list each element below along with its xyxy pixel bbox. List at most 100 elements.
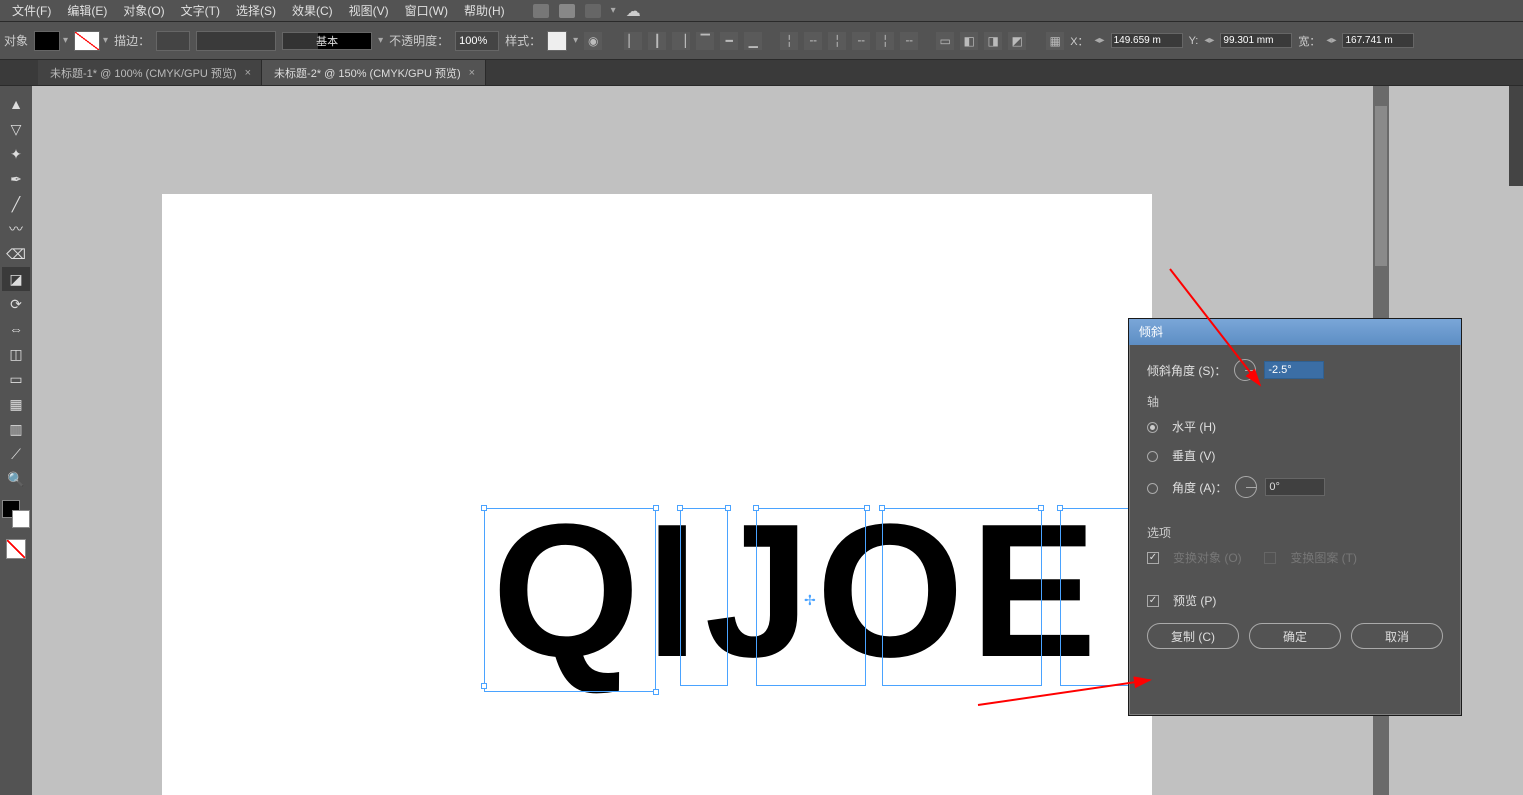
style-swatch[interactable] <box>547 31 567 51</box>
anchor-point[interactable] <box>1038 505 1044 511</box>
angle-dial-icon[interactable] <box>1235 476 1257 498</box>
vw-profile-input[interactable] <box>196 31 276 51</box>
align-top-icon[interactable]: ▔ <box>696 32 714 50</box>
stroke-weight-input[interactable] <box>156 31 190 51</box>
preview-checkbox[interactable]: ✓预览 (P) <box>1147 592 1443 609</box>
anchor-point[interactable] <box>653 689 659 695</box>
axis-vertical-radio[interactable]: 垂直 (V) <box>1147 447 1443 464</box>
align-left-icon[interactable]: ▏ <box>624 32 642 50</box>
axis-horizontal-radio[interactable]: 水平 (H) <box>1147 418 1443 435</box>
align-bottom-icon[interactable]: ▁ <box>744 32 762 50</box>
w-input[interactable] <box>1342 33 1414 48</box>
brush-tool-icon[interactable]: 〰 <box>2 217 30 241</box>
anchor-point[interactable] <box>725 505 731 511</box>
anchor-point[interactable] <box>753 505 759 511</box>
magic-wand-tool-icon[interactable]: ✦ <box>2 142 30 166</box>
line-tool-icon[interactable]: ╱ <box>2 192 30 216</box>
pf-front-icon[interactable]: ◨ <box>984 32 1002 50</box>
transform-ref-icon[interactable]: ▦ <box>1046 32 1064 50</box>
y-input[interactable] <box>1220 33 1292 48</box>
free-transform-tool-icon[interactable]: ◫ <box>2 342 30 366</box>
anchor-point[interactable] <box>1057 505 1063 511</box>
align-right-icon[interactable]: ▕ <box>672 32 690 50</box>
dist-h2-icon[interactable]: ╎ <box>828 32 846 50</box>
dist-v3-icon[interactable]: ╌ <box>900 32 918 50</box>
menu-edit[interactable]: 编辑(E) <box>59 0 115 21</box>
align-vcenter-icon[interactable]: ━ <box>720 32 738 50</box>
brush-preset[interactable]: 基本 <box>282 32 372 50</box>
fill-stroke-swatch[interactable] <box>2 500 30 528</box>
tab-doc-2[interactable]: 未标题-2* @ 150% (CMYK/GPU 预览) × <box>262 60 486 85</box>
rectangle-tool-icon[interactable]: ▭ <box>2 367 30 391</box>
anchor-point[interactable] <box>677 505 683 511</box>
y-label: Y: <box>1189 35 1199 47</box>
anchor-point[interactable] <box>653 505 659 511</box>
tab-label: 未标题-2* @ 150% (CMYK/GPU 预览) <box>274 65 461 81</box>
copy-button[interactable]: 复制 (C) <box>1147 623 1239 649</box>
menu-text[interactable]: 文字(T) <box>173 0 228 21</box>
no-fill-icon[interactable] <box>6 539 26 559</box>
x-label: X： <box>1070 33 1088 49</box>
ok-button[interactable]: 确定 <box>1249 623 1341 649</box>
menu-select[interactable]: 选择(S) <box>228 0 284 21</box>
arrange-icon[interactable] <box>585 4 601 18</box>
pen-tool-icon[interactable]: ✒ <box>2 167 30 191</box>
stroke-dropdown-icon[interactable]: ▾ <box>103 35 108 46</box>
anchor-point[interactable] <box>864 505 870 511</box>
width-tool-icon[interactable]: ⇔ <box>2 317 30 341</box>
pf-crop-icon[interactable]: ◩ <box>1008 32 1026 50</box>
selection-tool-icon[interactable]: ▲ <box>2 92 30 116</box>
menu-view[interactable]: 视图(V) <box>341 0 397 21</box>
menu-window[interactable]: 窗口(W) <box>397 0 456 21</box>
angle-dial-icon[interactable] <box>1234 359 1256 381</box>
fill-swatch[interactable] <box>34 31 60 51</box>
pf-ungroup-icon[interactable]: ▭ <box>936 32 954 50</box>
menu-effect[interactable]: 效果(C) <box>284 0 341 21</box>
fill-dropdown-icon[interactable]: ▾ <box>63 35 68 46</box>
menu-object[interactable]: 对象(O) <box>115 0 172 21</box>
menu-help[interactable]: 帮助(H) <box>456 0 513 21</box>
dist-h-icon[interactable]: ╎ <box>780 32 798 50</box>
eyedropper-tool-icon[interactable]: ⟋ <box>2 442 30 466</box>
eraser-tool-icon[interactable]: ⌫ <box>2 242 30 266</box>
tab-doc-1[interactable]: 未标题-1* @ 100% (CMYK/GPU 预览) × <box>38 60 262 85</box>
anchor-point[interactable] <box>481 505 487 511</box>
pf-overlap-icon[interactable]: ◧ <box>960 32 978 50</box>
dist-v-icon[interactable]: ╌ <box>804 32 822 50</box>
w-chev-icon[interactable]: ◂▸ <box>1326 35 1336 46</box>
align-hcenter-icon[interactable]: ┃ <box>648 32 666 50</box>
y-chev-icon[interactable]: ◂▸ <box>1204 35 1214 46</box>
anchor-point[interactable] <box>879 505 885 511</box>
stroke-label: 描边： <box>114 32 150 49</box>
graph-tool-icon[interactable]: ▥ <box>2 417 30 441</box>
style-dropdown-icon[interactable]: ▾ <box>573 35 578 46</box>
opacity-input[interactable] <box>455 31 499 51</box>
close-icon[interactable]: × <box>469 67 475 79</box>
scrollbar-thumb[interactable] <box>1375 106 1387 266</box>
cloud-icon[interactable]: ☁ <box>626 2 641 20</box>
brush-dropdown-icon[interactable]: ▾ <box>378 35 383 46</box>
direct-selection-tool-icon[interactable]: ▽ <box>2 117 30 141</box>
close-icon[interactable]: × <box>245 67 251 79</box>
zoom-tool-icon[interactable]: 🔍 <box>2 467 30 491</box>
dist-v2-icon[interactable]: ╌ <box>852 32 870 50</box>
shape-builder-tool-icon[interactable]: ◪ <box>2 267 30 291</box>
dist-h3-icon[interactable]: ╎ <box>876 32 894 50</box>
menu-file[interactable]: 文件(F) <box>4 0 59 21</box>
axis-angle-radio[interactable]: 角度 (A)： <box>1147 476 1443 498</box>
axis-angle-input[interactable] <box>1265 478 1325 496</box>
shear-angle-input[interactable] <box>1264 361 1324 379</box>
x-input[interactable] <box>1111 33 1183 48</box>
st-icon[interactable] <box>559 4 575 18</box>
anchor-point[interactable] <box>481 683 487 689</box>
x-chev-icon[interactable]: ◂▸ <box>1095 35 1105 46</box>
arrange-dropdown-icon[interactable]: ▾ <box>611 5 616 16</box>
checkbox-icon: ✓ <box>1147 552 1159 564</box>
cancel-button[interactable]: 取消 <box>1351 623 1443 649</box>
rotate-tool-icon[interactable]: ⟳ <box>2 292 30 316</box>
stock-icon[interactable] <box>533 4 549 18</box>
stroke-swatch[interactable] <box>74 31 100 51</box>
panel-toggle[interactable] <box>1509 86 1523 186</box>
mesh-tool-icon[interactable]: ▦ <box>2 392 30 416</box>
recolor-icon[interactable]: ◉ <box>584 32 602 50</box>
